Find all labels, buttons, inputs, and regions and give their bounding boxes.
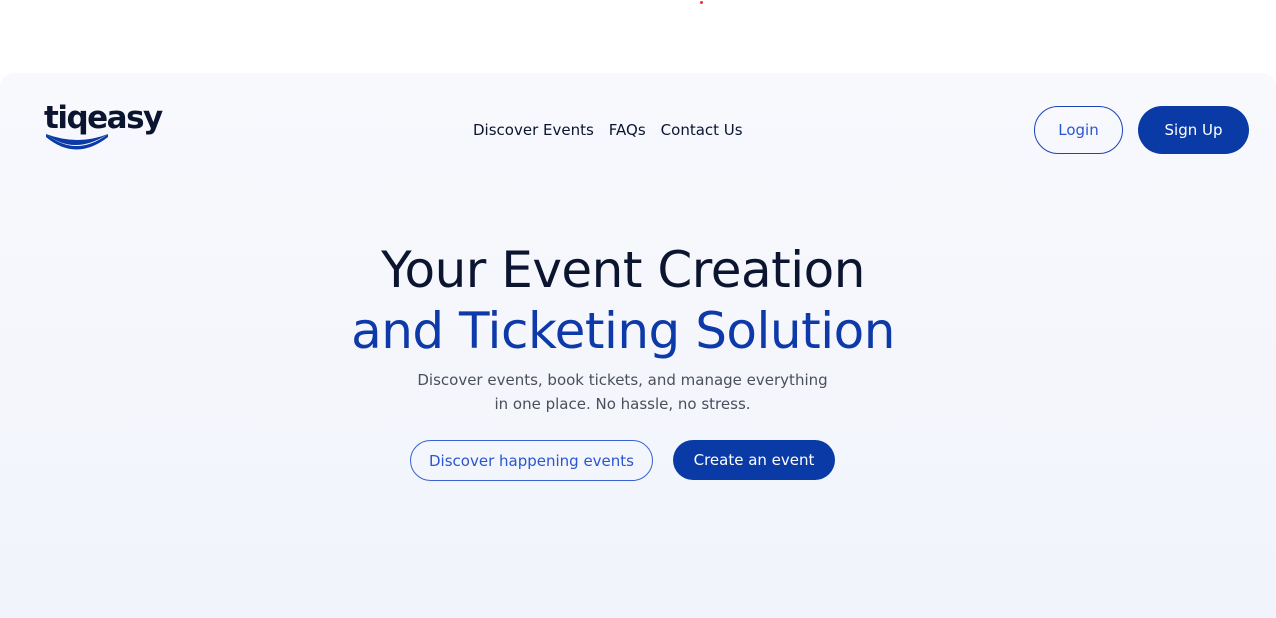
hero-headline-line2: and Ticketing Solution	[351, 302, 895, 360]
discover-events-button[interactable]: Discover happening events	[410, 440, 653, 481]
red-dot-indicator	[700, 1, 703, 4]
main-nav: Discover Events FAQs Contact Us	[473, 120, 743, 140]
brand-logo[interactable]: tiqeasy	[44, 100, 174, 158]
signup-button[interactable]: Sign Up	[1138, 106, 1249, 154]
hero-headline-line1: Your Event Creation	[381, 241, 865, 299]
hero-subtitle: Discover events, book tickets, and manag…	[417, 371, 828, 413]
nav-discover-events[interactable]: Discover Events	[473, 120, 594, 140]
create-event-button[interactable]: Create an event	[673, 440, 835, 480]
nav-contact-us[interactable]: Contact Us	[661, 120, 743, 140]
login-button[interactable]: Login	[1034, 106, 1123, 154]
nav-faqs[interactable]: FAQs	[609, 120, 646, 140]
smile-logo-icon	[46, 134, 108, 150]
